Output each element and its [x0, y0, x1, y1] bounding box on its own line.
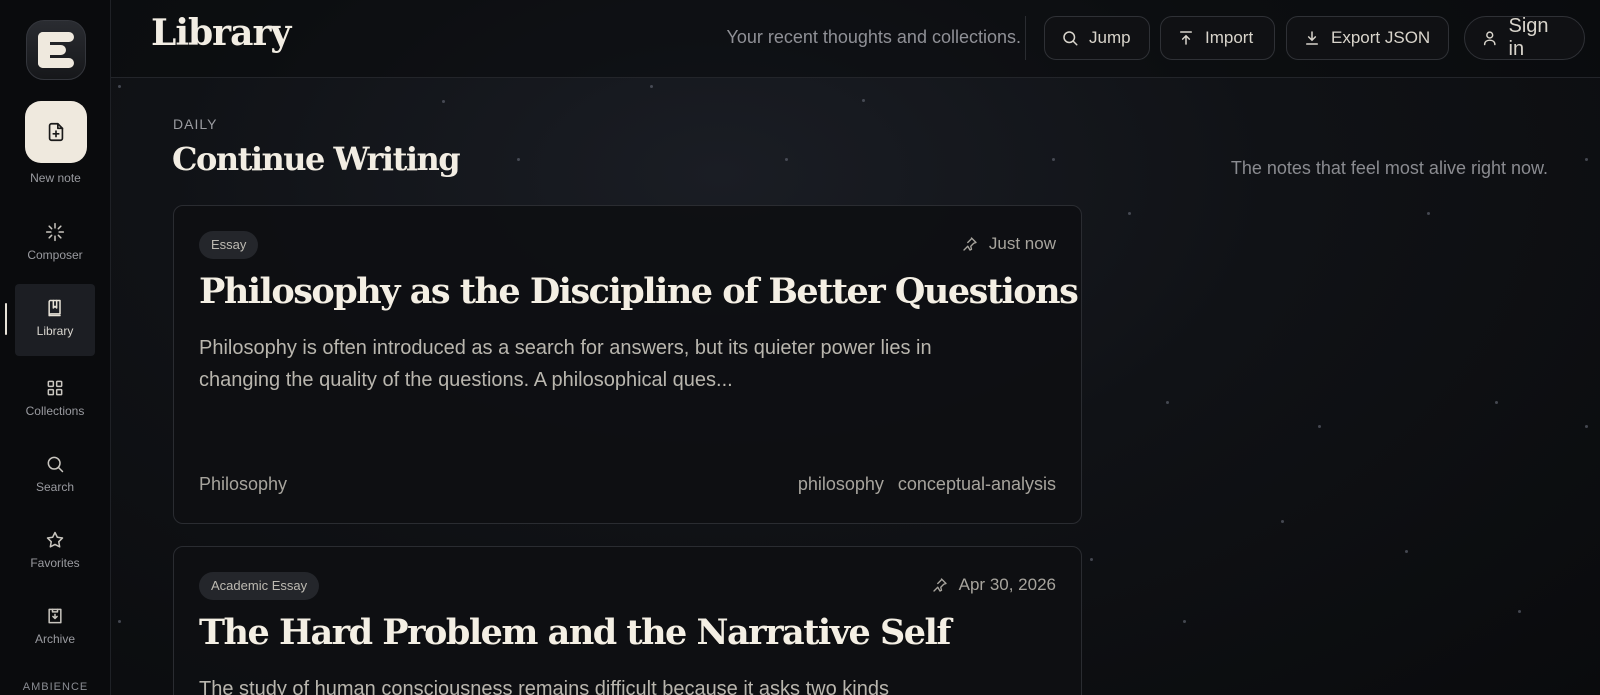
note-title: The Hard Problem and the Narrative Self	[199, 612, 951, 653]
sidebar-item-label: Collections	[25, 404, 85, 418]
sidebar: New note Composer Library Collections Se…	[0, 0, 111, 695]
download-icon	[1306, 31, 1318, 45]
tag-item[interactable]: conceptual-analysis	[898, 474, 1056, 495]
active-indicator	[5, 303, 7, 335]
note-card[interactable]: Academic Essay Apr 30, 2026 The Hard Pro…	[173, 546, 1082, 695]
new-note-button[interactable]	[25, 101, 87, 163]
tag-item[interactable]: philosophy	[798, 474, 884, 495]
user-icon	[1483, 31, 1496, 46]
sidebar-item-archive[interactable]: Archive	[15, 606, 95, 678]
jump-button[interactable]: Jump	[1044, 16, 1150, 60]
sidebar-item-label: Library	[36, 324, 74, 338]
note-timestamp: Apr 30, 2026	[958, 575, 1056, 594]
logo-e-icon	[38, 32, 74, 68]
sidebar-item-favorites[interactable]: Favorites	[15, 530, 95, 602]
star-icon	[46, 531, 64, 548]
ambience-heading: AMBIENCE	[22, 681, 89, 693]
section-description: The notes that feel most alive right now…	[1230, 158, 1548, 178]
sidebar-item-label: Archive	[34, 632, 75, 646]
note-category: Philosophy	[199, 474, 288, 494]
import-button[interactable]: Import	[1160, 16, 1275, 60]
search-icon	[47, 456, 64, 473]
sidebar-item-label: Favorites	[30, 556, 80, 570]
header-divider	[1025, 16, 1026, 60]
export-json-button[interactable]: Export JSON	[1286, 16, 1449, 60]
sign-in-button[interactable]: Sign in	[1464, 15, 1585, 60]
note-type-badge: Academic Essay	[199, 572, 320, 600]
jump-label: Jump	[1089, 28, 1131, 47]
note-meta: Just now	[961, 234, 1056, 254]
sign-in-label: Sign in	[1508, 15, 1549, 60]
note-title: Philosophy as the Discipline of Better Q…	[199, 271, 1079, 312]
sparkle-icon	[45, 222, 65, 242]
section-kicker: DAILY	[173, 116, 218, 132]
section-title: Continue Writing	[172, 140, 461, 178]
export-label: Export JSON	[1331, 28, 1431, 47]
note-tags: philosophy conceptual-analysis	[798, 474, 1056, 495]
grid-icon	[47, 380, 63, 396]
top-header: Library Your recent thoughts and collect…	[111, 0, 1600, 78]
new-note-label: New note	[30, 171, 81, 185]
pin-icon[interactable]	[931, 576, 949, 594]
import-label: Import	[1205, 28, 1254, 47]
book-icon	[48, 299, 61, 317]
pin-icon[interactable]	[961, 235, 979, 253]
note-card[interactable]: Essay Just now Philosophy as the Discipl…	[173, 205, 1082, 524]
app-logo[interactable]	[26, 20, 86, 80]
search-icon	[1063, 31, 1078, 46]
sidebar-item-collections[interactable]: Collections	[15, 378, 95, 450]
note-excerpt: Philosophy is often introduced as a sear…	[199, 337, 932, 391]
note-timestamp: Just now	[988, 234, 1056, 253]
upload-icon	[1180, 31, 1192, 45]
note-type-badge: Essay	[199, 231, 259, 259]
page-title: Library	[151, 12, 291, 54]
sidebar-item-label: Search	[35, 480, 75, 494]
sidebar-item-search[interactable]: Search	[15, 454, 95, 526]
sidebar-item-library[interactable]: Library	[15, 284, 95, 356]
note-excerpt: The study of human consciousness remains…	[199, 678, 889, 695]
app-root: New note Composer Library Collections Se…	[0, 0, 1600, 695]
archive-icon	[48, 608, 62, 624]
new-file-icon	[48, 122, 64, 142]
sidebar-item-label: Composer	[27, 248, 83, 262]
note-meta: Apr 30, 2026	[931, 575, 1056, 595]
page-subtitle: Your recent thoughts and collections.	[726, 27, 1021, 47]
